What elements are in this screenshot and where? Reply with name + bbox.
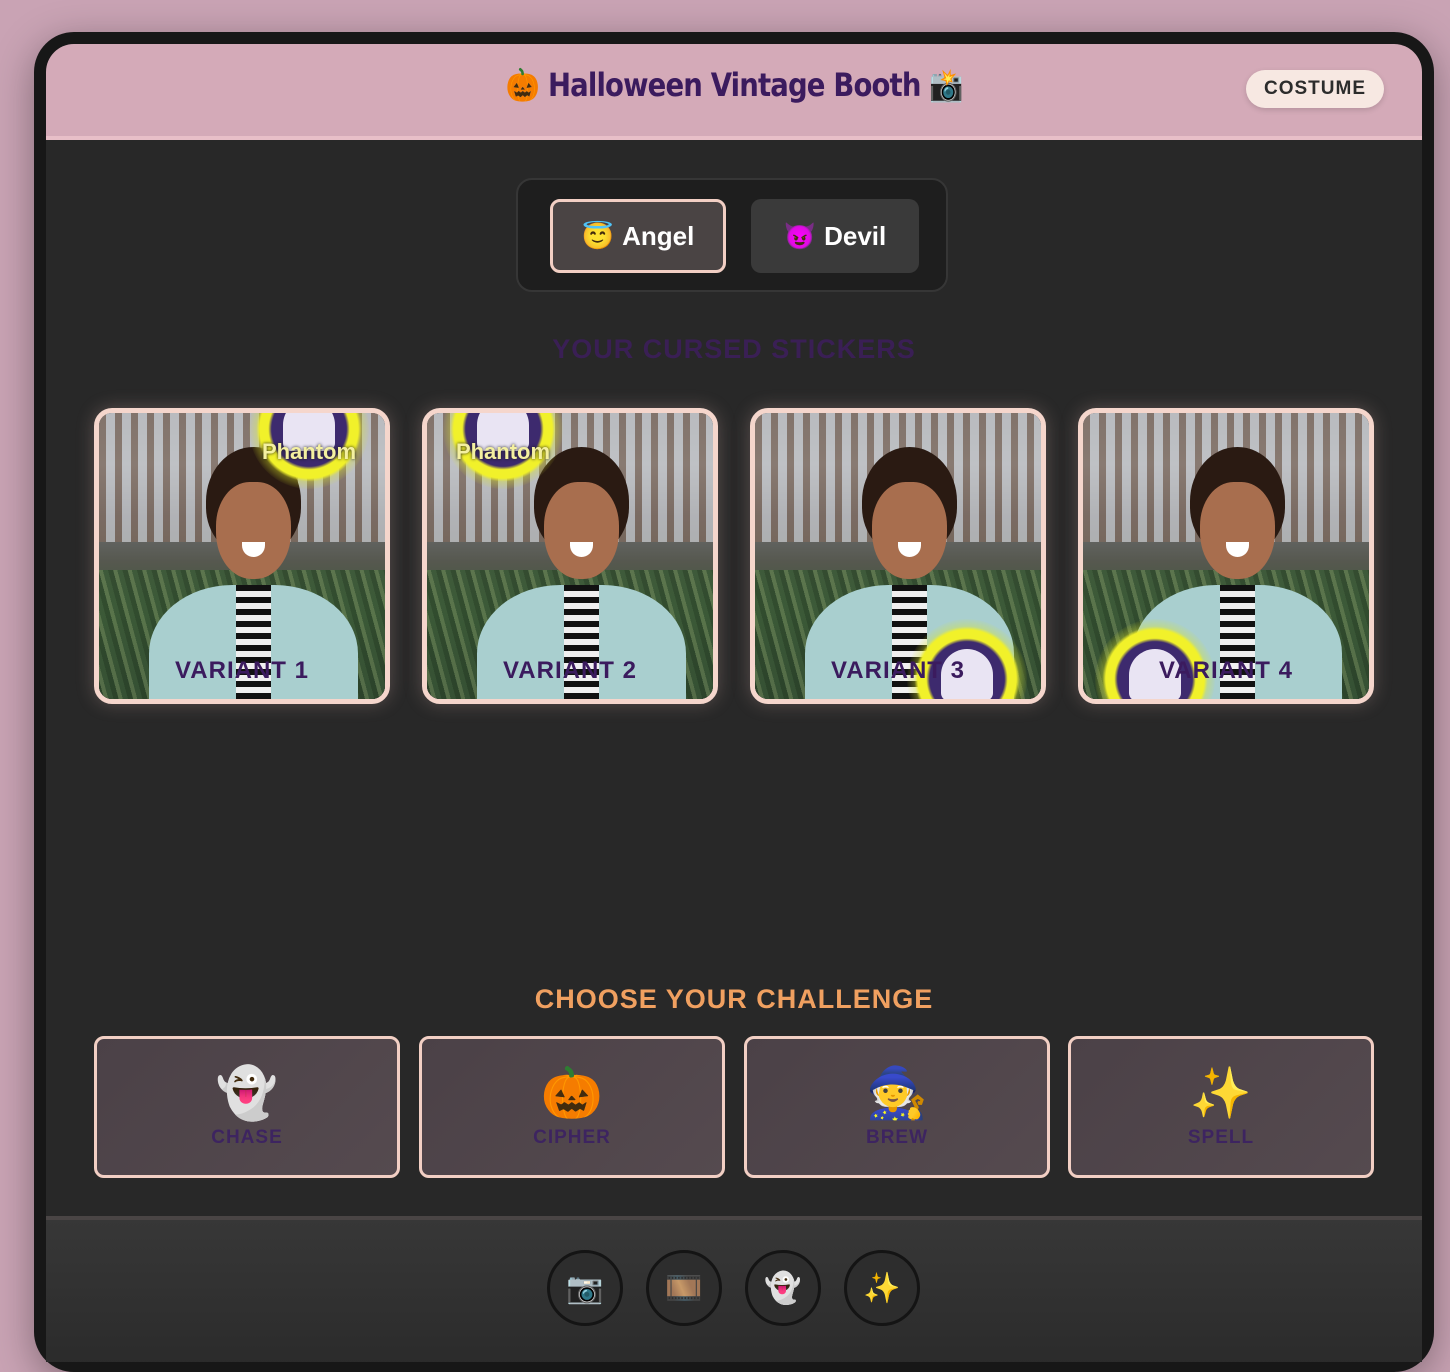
angel-mode-button[interactable]: 😇 Angel [550,199,726,273]
badge-text: Phantom [261,439,357,464]
film-button[interactable]: 🎞️ [646,1250,722,1326]
ghost-button[interactable]: 👻 [745,1250,821,1326]
sparkles-icon: ✨ [863,1270,901,1306]
sticker-card[interactable]: VARIANT 4 [1078,408,1374,704]
challenge-cipher-button[interactable]: 🎃 CIPHER [419,1036,725,1178]
app-header: 🎃 Halloween Vintage Booth 📸 COSTUME [46,44,1422,140]
bottom-nav: 📷 🎞️ 👻 ✨ [46,1216,1422,1362]
challenge-brew-button[interactable]: 🧙 BREW [744,1036,1050,1178]
device-frame: 🎃 Halloween Vintage Booth 📸 COSTUME 😇 An… [34,32,1434,1372]
sticker-card[interactable]: Phantom VARIANT 1 [94,408,390,704]
variant-label: VARIANT 2 [503,657,637,684]
app-screen: 🎃 Halloween Vintage Booth 📸 COSTUME 😇 An… [46,44,1422,1362]
challenge-label: CHASE [211,1127,283,1148]
devil-icon: 😈 [783,220,817,251]
challenge-label: SPELL [1187,1127,1255,1148]
challenge-label: BREW [865,1127,929,1148]
challenge-spell-button[interactable]: ✨ SPELL [1068,1036,1374,1178]
mode-toggle: 😇 Angel 😈 Devil [516,178,948,292]
costume-button[interactable]: COSTUME [1246,70,1384,108]
sticker-card[interactable]: VARIANT 3 [750,408,1046,704]
ghost-icon: 👻 [215,1064,279,1122]
challenge-label: CIPHER [533,1127,611,1148]
stickers-section-title: YOUR CURSED STICKERS [552,334,916,364]
app-title: 🎃 Halloween Vintage Booth 📸 [505,66,964,104]
camera-button[interactable]: 📷 [547,1250,623,1326]
variant-label: VARIANT 4 [1159,657,1293,684]
variant-label: VARIANT 3 [831,657,965,684]
ghost-icon: 👻 [764,1270,802,1306]
badge-text: Phantom [455,439,551,464]
pumpkin-icon: 🎃 [540,1064,604,1122]
devil-label: Devil [824,220,887,251]
witch-icon: 🧙 [865,1064,929,1122]
challenge-chase-button[interactable]: 👻 CHASE [94,1036,400,1178]
challenge-section-title: CHOOSE YOUR CHALLENGE [534,984,934,1014]
sparkles-button[interactable]: ✨ [844,1250,920,1326]
devil-mode-button[interactable]: 😈 Devil [751,199,919,273]
angel-icon: 😇 [581,220,615,251]
camera-icon: 📷 [566,1270,604,1306]
angel-label: Angel [622,220,695,251]
variant-label: VARIANT 1 [175,657,309,684]
film-icon: 🎞️ [665,1270,703,1306]
sticker-card[interactable]: Phantom VARIANT 2 [422,408,718,704]
sparkles-icon: ✨ [1189,1064,1253,1122]
